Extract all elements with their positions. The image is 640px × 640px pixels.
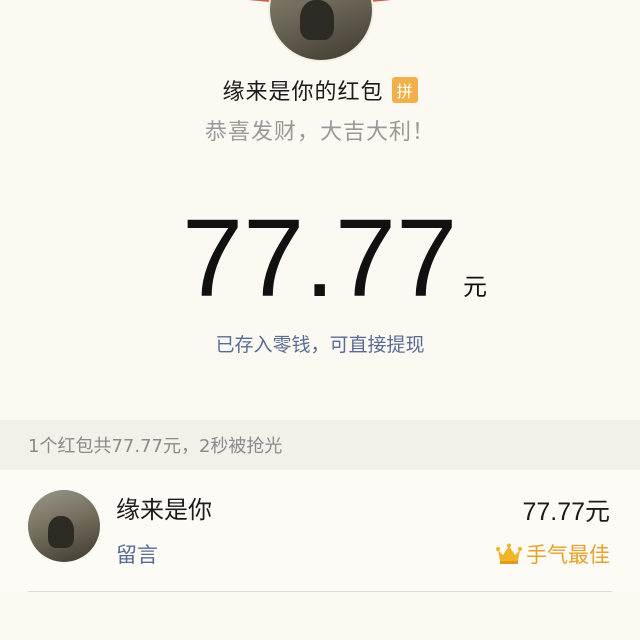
blessing-text: 恭喜发财，大吉大利！ xyxy=(204,120,435,145)
avatar-figure xyxy=(48,516,74,548)
list-item[interactable]: 缘来是你 留言 77.77元 手气最佳 xyxy=(0,470,640,592)
comment-link[interactable]: 留言 xyxy=(116,539,158,569)
recipient-name: 缘来是你 xyxy=(116,496,212,524)
amount-unit: 元 xyxy=(463,273,487,301)
summary-text: 1个红包共77.77元，2秒被抢光 xyxy=(28,436,283,457)
best-luck-label: 手气最佳 xyxy=(526,543,610,567)
avatar[interactable] xyxy=(28,490,100,562)
summary-bar: 1个红包共77.77元，2秒被抢光 xyxy=(0,420,640,470)
sender-name: 缘来是你的红包 xyxy=(222,80,384,105)
amount-display: 77.77 元 xyxy=(0,200,640,318)
amount-value: 77.77 xyxy=(182,197,458,320)
sender-avatar[interactable] xyxy=(270,0,372,60)
best-luck-badge: 手气最佳 xyxy=(496,539,610,569)
divider xyxy=(28,591,612,592)
crown-icon xyxy=(496,543,522,564)
avatar-figure xyxy=(300,0,334,40)
deposit-link[interactable]: 已存入零钱，可直接提现 xyxy=(0,330,640,357)
recipient-amount: 77.77元 xyxy=(522,498,610,526)
pin-badge-icon: 拼 xyxy=(391,77,418,103)
sender-title-row: 缘来是你的红包 拼 xyxy=(0,74,640,106)
